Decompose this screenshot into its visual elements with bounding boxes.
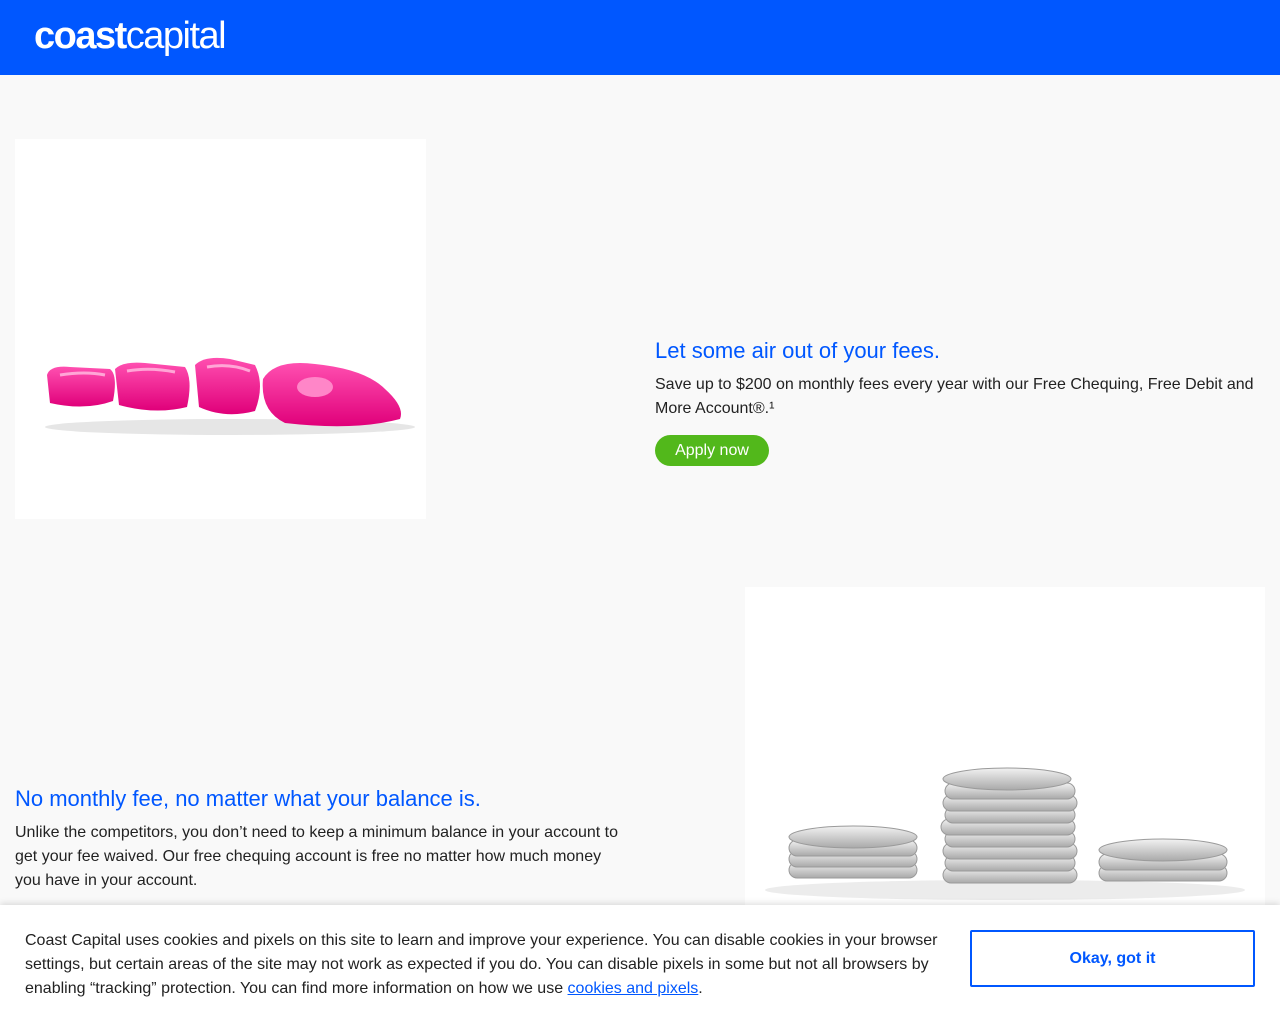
cookie-banner: Coast Capital uses cookies and pixels on… xyxy=(0,905,1280,1024)
apply-now-button[interactable]: Apply now xyxy=(655,435,769,466)
logo-light-text: capital xyxy=(125,15,227,57)
cookie-message-text: Coast Capital uses cookies and pixels on… xyxy=(25,932,938,997)
deflated-fees-image xyxy=(15,139,426,519)
fees-description: Save up to $200 on monthly fees every ye… xyxy=(655,376,1254,417)
no-fee-description: Unlike the competitors, you don’t need t… xyxy=(15,824,618,889)
cookies-and-pixels-link[interactable]: cookies and pixels xyxy=(568,980,699,997)
logo-bold-text: coast xyxy=(34,15,127,57)
deflated-fees-illustration xyxy=(45,357,415,435)
stacked-coins-illustration xyxy=(765,767,1245,900)
no-fee-heading: No monthly fee, no matter what your bala… xyxy=(15,786,481,811)
fees-heading: Let some air out of your fees. xyxy=(655,338,940,363)
coast-capital-logo[interactable]: coastcapital xyxy=(34,14,227,58)
okay-got-it-button[interactable]: Okay, got it xyxy=(970,930,1255,987)
cookie-message-end: . xyxy=(698,980,703,997)
site-header: coastcapital xyxy=(0,0,1280,75)
cookie-message: Coast Capital uses cookies and pixels on… xyxy=(25,929,945,1001)
coins-image xyxy=(745,587,1265,907)
